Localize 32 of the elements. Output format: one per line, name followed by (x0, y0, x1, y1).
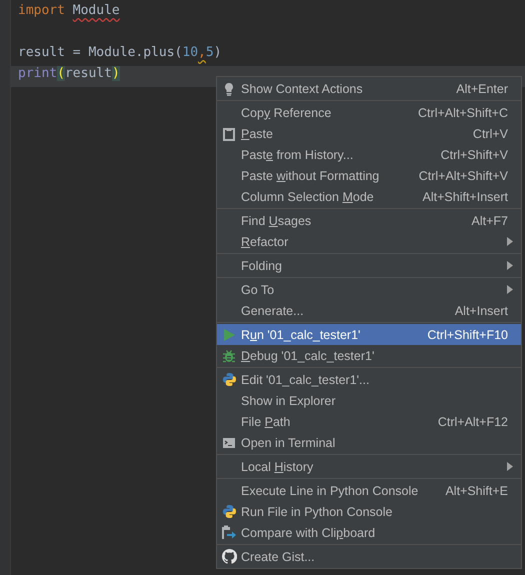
menu-item[interactable]: Show in Explorer (217, 390, 521, 411)
menu-item[interactable]: Execute Line in Python Console Alt+Shift+E (217, 480, 521, 501)
terminal-icon (222, 436, 236, 450)
menu-item[interactable]: Paste Ctrl+V (217, 123, 521, 144)
menu-item[interactable]: Run File in Python Console (217, 501, 521, 522)
menu-item[interactable]: Copy Reference Ctrl+Alt+Shift+C (217, 102, 521, 123)
compare-icon (221, 525, 237, 540)
menu-item[interactable]: Create Gist... (217, 546, 521, 567)
menu-item[interactable]: Paste from History... Ctrl+Shift+V (217, 144, 521, 165)
bug-icon (222, 348, 236, 362)
menu-item[interactable]: Paste without Formatting Ctrl+Alt+Shift+V (217, 165, 521, 186)
menu-item[interactable]: Go To (217, 279, 521, 300)
menu-item[interactable]: Debug '01_calc_tester1' (217, 345, 521, 366)
menu-item[interactable]: Compare with Clipboard (217, 522, 521, 543)
menu-item[interactable]: Find Usages Alt+F7 (217, 210, 521, 231)
bulb-icon (222, 82, 236, 96)
menu-item[interactable]: Open in Terminal (217, 432, 521, 453)
clipboard-icon (222, 126, 236, 140)
code-line: import Module (17, 3, 121, 20)
play-icon (222, 328, 236, 342)
code-line: result = Module.plus(10,5) (17, 45, 223, 62)
menu-item[interactable]: Folding (217, 255, 521, 276)
menu-item[interactable]: Local History (217, 456, 521, 477)
menu-item[interactable]: Generate... Alt+Insert (217, 300, 521, 321)
menu-item[interactable]: Column Selection Mode Alt+Shift+Insert (217, 186, 521, 207)
menu-item[interactable]: Refactor (217, 231, 521, 252)
cat-logo-icon (222, 549, 236, 564)
menu-item[interactable]: Edit '01_calc_tester1'... (217, 369, 521, 390)
menu-item[interactable]: Run '01_calc_tester1' Ctrl+Shift+F10 (217, 324, 521, 345)
snake-logo-icon (222, 372, 236, 387)
snake-logo-icon (222, 504, 236, 519)
menu-item[interactable]: File Path Ctrl+Alt+F12 (217, 411, 521, 432)
